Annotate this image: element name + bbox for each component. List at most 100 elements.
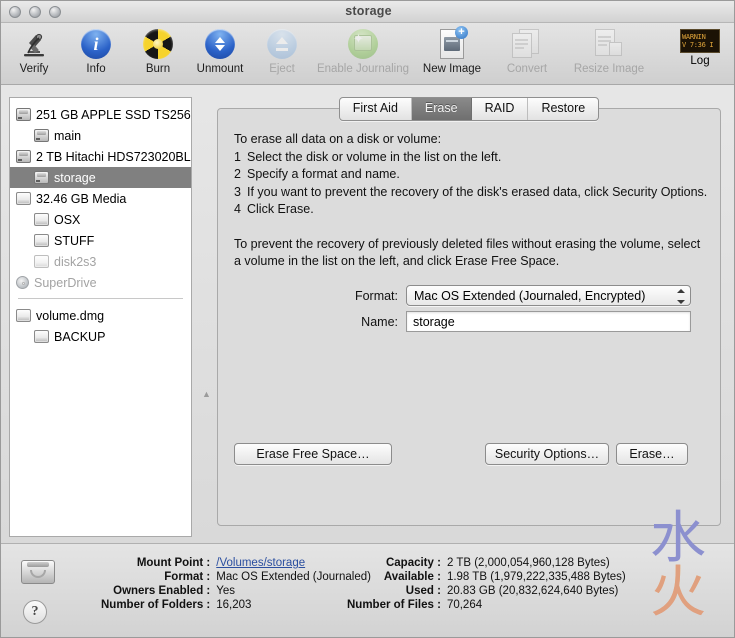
chevron-updown-icon xyxy=(676,289,685,304)
disk-list-sidebar[interactable]: 251 GB APPLE SSD TS256C. main 2 TB Hitac… xyxy=(9,97,192,537)
step-text: If you want to prevent the recovery of t… xyxy=(247,184,707,202)
volume-icon xyxy=(16,192,31,205)
erase-free-space-button[interactable]: Erase Free Space… xyxy=(234,443,392,465)
sidebar-item-label: storage xyxy=(54,171,96,185)
toolbar-label-resize-image: Resize Image xyxy=(574,63,644,75)
erase-panel: To erase all data on a disk or volume: 1… xyxy=(217,108,721,526)
sidebar-item-backup[interactable]: BACKUP xyxy=(10,326,191,347)
cd-icon xyxy=(16,276,29,289)
format-label: Format: xyxy=(318,289,398,303)
sidebar-item-label: SuperDrive xyxy=(34,276,97,290)
sidebar-item-volume-dmg[interactable]: volume.dmg xyxy=(10,305,191,326)
toolbar-button-resize-image: Resize Image xyxy=(563,23,655,83)
scroll-up-arrow-icon[interactable]: ▲ xyxy=(202,390,211,399)
disk-utility-window: storage Verify i xyxy=(0,0,735,638)
name-input[interactable]: storage xyxy=(406,311,691,332)
toolbar: Verify i Info Burn Unmount xyxy=(1,23,735,85)
info-value-used: 20.83 GB (20,832,624,640 Bytes) xyxy=(447,585,626,597)
convert-icon xyxy=(512,27,542,61)
sidebar-item-storage[interactable]: storage xyxy=(10,167,191,188)
unmount-icon xyxy=(205,27,235,61)
toolbar-label-enable-journaling: Enable Journaling xyxy=(317,63,409,75)
format-select[interactable]: Mac OS Extended (Journaled, Encrypted) xyxy=(406,285,691,306)
name-label: Name: xyxy=(318,315,398,329)
sidebar-item-label: OSX xyxy=(54,213,80,227)
help-button[interactable]: ? xyxy=(23,600,47,624)
sidebar-item-hitachi-hdd[interactable]: 2 TB Hitachi HDS723020BL. xyxy=(10,146,191,167)
disk-icon xyxy=(34,171,49,184)
info-value-available: 1.98 TB (1,979,222,335,488 Bytes) xyxy=(447,571,626,583)
toolbar-button-log[interactable]: WARNIN V 7:36 I Log xyxy=(670,23,730,83)
toolbar-label-info: Info xyxy=(86,63,105,75)
instruction-step: 1 Select the disk or volume in the list … xyxy=(234,149,708,167)
info-key: Format : xyxy=(101,571,210,583)
sidebar-item-stuff[interactable]: STUFF xyxy=(10,230,191,251)
toolbar-button-unmount[interactable]: Unmount xyxy=(189,23,251,83)
sidebar-item-osx[interactable]: OSX xyxy=(10,209,191,230)
info-key: Available : xyxy=(347,571,441,583)
volume-icon xyxy=(34,234,49,247)
volume-icon xyxy=(34,330,49,343)
info-key: Capacity : xyxy=(347,557,441,569)
toolbar-button-eject: Eject xyxy=(251,23,313,83)
log-icon: WARNIN V 7:36 I xyxy=(680,29,720,53)
sidebar-item-apple-ssd[interactable]: 251 GB APPLE SSD TS256C. xyxy=(10,104,191,125)
info-value-capacity: 2 TB (2,000,054,960,128 Bytes) xyxy=(447,557,626,569)
volume-icon xyxy=(34,255,49,268)
toolbar-button-new-image[interactable]: + New Image xyxy=(413,23,491,83)
toolbar-label-eject: Eject xyxy=(269,63,295,75)
new-image-icon: + xyxy=(440,27,464,61)
sidebar-item-label: BACKUP xyxy=(54,330,105,344)
toolbar-button-burn[interactable]: Burn xyxy=(127,23,189,83)
volume-icon xyxy=(16,309,31,322)
step-text: Select the disk or volume in the list on… xyxy=(247,149,501,167)
resize-image-icon xyxy=(594,27,624,61)
hard-disk-icon xyxy=(21,556,55,586)
toolbar-button-verify[interactable]: Verify xyxy=(3,23,65,83)
sidebar-item-label: 2 TB Hitachi HDS723020BL. xyxy=(36,150,192,164)
instruction-step: 4 Click Erase. xyxy=(234,201,708,219)
toolbar-label-log: Log xyxy=(690,55,709,67)
tab-first-aid[interactable]: First Aid xyxy=(340,98,412,120)
sidebar-item-media[interactable]: 32.46 GB Media xyxy=(10,188,191,209)
erase-button[interactable]: Erase… xyxy=(616,443,688,465)
mount-point-link[interactable]: /Volumes/storage xyxy=(216,557,305,569)
tab-erase[interactable]: Erase xyxy=(412,98,472,120)
sidebar-item-label: disk2s3 xyxy=(54,255,96,269)
toolbar-button-enable-journaling: ✦ Enable Journaling xyxy=(313,23,413,83)
sidebar-item-disk2s3[interactable]: disk2s3 xyxy=(10,251,191,272)
tab-raid[interactable]: RAID xyxy=(472,98,529,120)
instructions-intro: To erase all data on a disk or volume: xyxy=(234,131,708,149)
disk-icon xyxy=(16,108,31,121)
sidebar-item-superdrive[interactable]: SuperDrive xyxy=(10,272,191,293)
format-field-row: Format: Mac OS Extended (Journaled, Encr… xyxy=(318,285,691,306)
log-icon-line1: WARNIN xyxy=(682,33,706,41)
sidebar-divider xyxy=(18,298,183,299)
toolbar-button-convert: Convert xyxy=(491,23,563,83)
info-key: Owners Enabled : xyxy=(101,585,210,597)
info-right-column: Capacity : 2 TB (2,000,054,960,128 Bytes… xyxy=(347,557,626,611)
burn-icon xyxy=(143,27,173,61)
sidebar-item-main[interactable]: main xyxy=(10,125,191,146)
instruction-step: 3 If you want to prevent the recovery of… xyxy=(234,184,708,202)
sidebar-item-label: 32.46 GB Media xyxy=(36,192,126,206)
instructions-note: To prevent the recovery of previously de… xyxy=(234,236,708,271)
erase-instructions: To erase all data on a disk or volume: 1… xyxy=(234,131,708,271)
toolbar-label-new-image: New Image xyxy=(423,63,481,75)
info-left-column: Mount Point : /Volumes/storage Format : … xyxy=(101,557,371,611)
instruction-step: 2 Specify a format and name. xyxy=(234,166,708,184)
toolbar-button-info[interactable]: i Info xyxy=(65,23,127,83)
tab-bar: First Aid Erase RAID Restore xyxy=(217,97,721,120)
info-value-number-of-files: 70,264 xyxy=(447,599,626,611)
info-icon: i xyxy=(81,27,111,61)
eject-icon xyxy=(267,27,297,61)
tab-restore[interactable]: Restore xyxy=(528,98,598,120)
step-text: Specify a format and name. xyxy=(247,166,400,184)
microscope-icon xyxy=(19,27,49,61)
security-options-button[interactable]: Security Options… xyxy=(485,443,609,465)
content-area: 251 GB APPLE SSD TS256C. main 2 TB Hitac… xyxy=(1,85,735,543)
toolbar-label-convert: Convert xyxy=(507,63,547,75)
info-key: Number of Folders : xyxy=(101,599,210,611)
info-footer: Mount Point : /Volumes/storage Format : … xyxy=(1,543,735,638)
name-field-row: Name: storage xyxy=(318,311,691,332)
